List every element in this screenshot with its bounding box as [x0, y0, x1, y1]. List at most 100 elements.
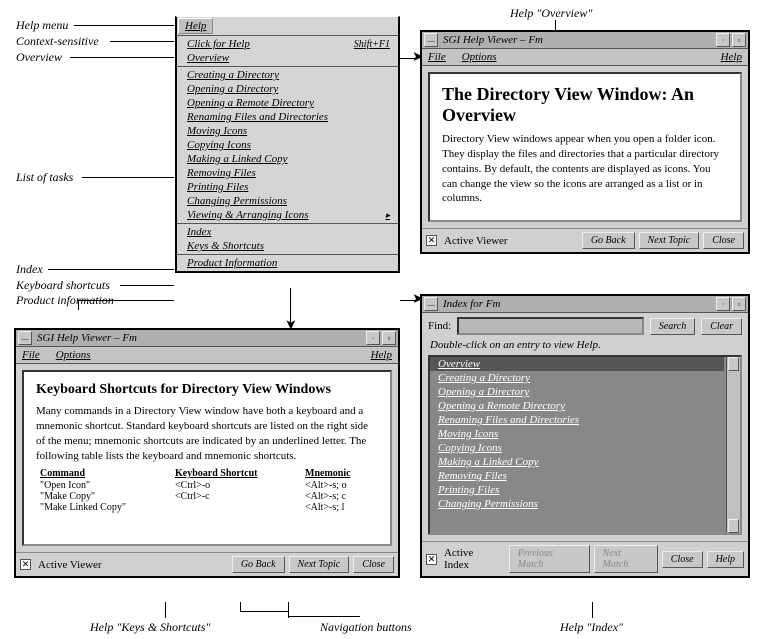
menu-overview[interactable]: Overview [177, 51, 398, 65]
index-item[interactable]: Renaming Files and Directories [430, 413, 724, 427]
next-topic-button[interactable]: Next Topic [639, 232, 700, 249]
index-item[interactable]: Overview [430, 357, 724, 371]
menubar: File Options Help [422, 49, 748, 66]
col-keyboard: Keyboard Shortcut [171, 467, 301, 480]
menu-task-item[interactable]: Opening a Directory [177, 82, 398, 96]
titlebar[interactable]: — SGI Help Viewer – Fm · ▫ [422, 32, 748, 49]
menu-task-item[interactable]: Changing Permissions [177, 194, 398, 208]
menu-index[interactable]: Index [177, 225, 398, 239]
menu-help[interactable]: Help [721, 51, 742, 63]
close-button[interactable]: Close [353, 556, 394, 573]
menu-task-item[interactable]: Opening a Remote Directory [177, 96, 398, 110]
search-button[interactable]: Search [650, 318, 695, 335]
annotation-keyboard-shortcuts: Keyboard shortcuts [16, 278, 110, 293]
col-command: Command [36, 467, 171, 480]
go-back-button[interactable]: Go Back [232, 556, 285, 573]
find-label: Find: [428, 320, 451, 332]
index-list[interactable]: OverviewCreating a DirectoryOpening a Di… [428, 355, 742, 535]
go-back-button[interactable]: Go Back [582, 232, 635, 249]
titlebar[interactable]: — SGI Help Viewer – Fm · ▫ [16, 330, 398, 347]
find-input[interactable] [457, 317, 644, 335]
footer: ✕ Active Viewer Go Back Next Topic Close [422, 228, 748, 252]
menu-title-bar: Help [177, 17, 398, 36]
footer: ✕ Active Viewer Go Back Next Topic Close [16, 552, 398, 576]
index-item[interactable]: Creating a Directory [430, 371, 724, 385]
topic-heading: The Directory View Window: An Overview [442, 84, 728, 126]
active-index-checkbox[interactable]: ✕ [426, 554, 437, 565]
menu-product-information[interactable]: Product Information [177, 256, 398, 270]
menu-file[interactable]: File [22, 349, 40, 361]
menu-keys-shortcuts[interactable]: Keys & Shortcuts [177, 239, 398, 253]
active-viewer-checkbox[interactable]: ✕ [20, 559, 31, 570]
menu-task-item[interactable]: Renaming Files and Directories [177, 110, 398, 124]
menu-label: Moving Icons [187, 125, 247, 137]
window-menu-icon[interactable]: — [424, 297, 438, 311]
menu-task-item[interactable]: Removing Files [177, 166, 398, 180]
annotation-help-menu: Help menu [16, 18, 68, 33]
menu-label: Changing Permissions [187, 195, 287, 207]
index-item[interactable]: Moving Icons [430, 427, 724, 441]
menu-click-for-help[interactable]: Click for Help Shift+F1 [177, 37, 398, 51]
active-viewer-checkbox[interactable]: ✕ [426, 235, 437, 246]
index-item[interactable]: Printing Files [430, 483, 724, 497]
maximize-icon[interactable]: ▫ [382, 331, 396, 345]
menu-file[interactable]: File [428, 51, 446, 63]
cell [171, 502, 301, 513]
window-menu-icon[interactable]: — [424, 33, 438, 47]
menu-label: Creating a Directory [187, 69, 279, 81]
menu-label: Printing Files [187, 181, 248, 193]
index-item[interactable]: Opening a Remote Directory [430, 399, 724, 413]
minimize-icon[interactable]: · [366, 331, 380, 345]
close-button[interactable]: Close [703, 232, 744, 249]
window-title: SGI Help Viewer – Fm [33, 332, 365, 344]
double-click-msg: Double-click on an entry to view Help. [422, 339, 748, 353]
close-button[interactable]: Close [662, 551, 703, 568]
menu-task-item[interactable]: Copying Icons [177, 138, 398, 152]
index-item[interactable]: Opening a Directory [430, 385, 724, 399]
menu-task-group: Creating a DirectoryOpening a DirectoryO… [177, 67, 398, 224]
table-row: "Make Copy"<Ctrl>-c<Alt>-s; c [36, 491, 378, 502]
menu-task-item[interactable]: Making a Linked Copy [177, 152, 398, 166]
menu-label: Making a Linked Copy [187, 153, 288, 165]
topic-body: Many commands in a Directory View window… [36, 404, 378, 463]
index-item[interactable]: Removing Files [430, 469, 724, 483]
menu-shortcut: Shift+F1 [354, 39, 390, 50]
clear-button[interactable]: Clear [701, 318, 742, 335]
window-menu-icon[interactable]: — [18, 331, 32, 345]
menu-task-item[interactable]: Moving Icons [177, 124, 398, 138]
annotation-list-of-tasks: List of tasks [16, 170, 73, 185]
previous-match-button[interactable]: Previous Match [509, 545, 590, 573]
menu-task-item[interactable]: Printing Files [177, 180, 398, 194]
cell: <Ctrl>-o [171, 480, 301, 491]
next-match-button[interactable]: Next Match [594, 545, 658, 573]
minimize-icon[interactable]: · [716, 297, 730, 311]
menu-task-item[interactable]: Creating a Directory [177, 68, 398, 82]
help-menu-panel: Help Click for Help Shift+F1 Overview Cr… [175, 16, 400, 273]
menu-label: Opening a Remote Directory [187, 97, 314, 109]
maximize-icon[interactable]: ▫ [732, 33, 746, 47]
index-item[interactable]: Copying Icons [430, 441, 724, 455]
index-item[interactable]: Making a Linked Copy [430, 455, 724, 469]
window-title: SGI Help Viewer – Fm [439, 34, 715, 46]
cell: <Ctrl>-c [171, 491, 301, 502]
minimize-icon[interactable]: · [716, 33, 730, 47]
keys-window: — SGI Help Viewer – Fm · ▫ File Options … [14, 328, 400, 578]
index-item[interactable]: Changing Permissions [430, 497, 724, 511]
scrollbar[interactable] [726, 357, 740, 533]
menu-options[interactable]: Options [56, 349, 91, 361]
cell: "Make Copy" [36, 491, 171, 502]
menu-label: Click for Help [187, 38, 250, 50]
menu-help[interactable]: Help [371, 349, 392, 361]
help-button[interactable]: Help [707, 551, 744, 568]
next-topic-button[interactable]: Next Topic [289, 556, 350, 573]
menu-label: Keys & Shortcuts [187, 240, 264, 252]
menu-options[interactable]: Options [462, 51, 497, 63]
submenu-arrow-icon: ▸ [385, 210, 390, 221]
menu-title[interactable]: Help [178, 18, 213, 34]
maximize-icon[interactable]: ▫ [732, 297, 746, 311]
menu-label: Removing Files [187, 167, 256, 179]
active-index-label: Active Index [444, 547, 501, 571]
titlebar[interactable]: — Index for Fm · ▫ [422, 296, 748, 313]
annotation-help-overview: Help "Overview" [510, 6, 592, 21]
menu-task-item[interactable]: Viewing & Arranging Icons▸ [177, 208, 398, 222]
